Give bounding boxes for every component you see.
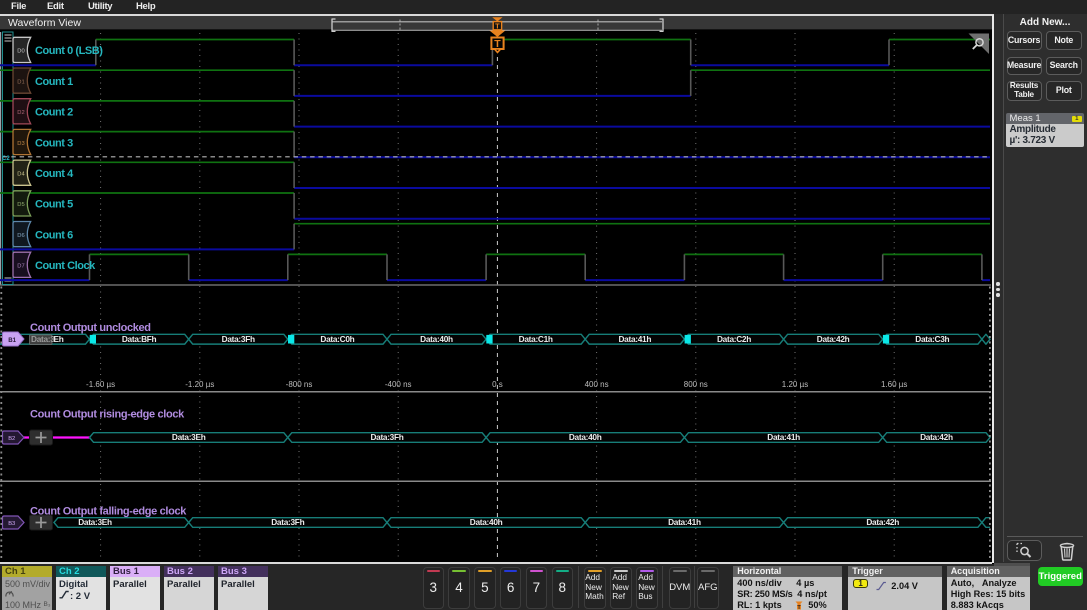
svg-text:1.20 µs: 1.20 µs xyxy=(782,380,808,389)
svg-text:1.60 µs: 1.60 µs xyxy=(881,380,907,389)
svg-text:Data:42h: Data:42h xyxy=(920,432,953,442)
svg-text:D5: D5 xyxy=(17,202,24,208)
svg-text:Count 5: Count 5 xyxy=(35,198,73,210)
svg-text:Data:C2h: Data:C2h xyxy=(717,333,751,343)
svg-text:Count Output falling-edge cloc: Count Output falling-edge clock xyxy=(30,505,187,517)
svg-text:D2: D2 xyxy=(17,110,24,116)
svg-text:-1.60 µs: -1.60 µs xyxy=(86,380,115,389)
svg-text:Count 3: Count 3 xyxy=(35,137,73,149)
svg-text:Count Clock: Count Clock xyxy=(35,260,96,272)
svg-text:D6: D6 xyxy=(17,232,24,238)
svg-text:B3: B3 xyxy=(8,521,15,527)
svg-text:Data:3Fh: Data:3Fh xyxy=(271,517,304,527)
svg-text:D0: D0 xyxy=(17,48,24,54)
svg-text:Data:40h: Data:40h xyxy=(420,333,453,343)
svg-text:Data:40h: Data:40h xyxy=(569,432,602,442)
svg-text:Count 6: Count 6 xyxy=(35,229,73,241)
svg-text:Count 2: Count 2 xyxy=(35,106,73,118)
svg-text:Data:BFh: Data:BFh xyxy=(122,333,157,343)
svg-text:Data:41h: Data:41h xyxy=(668,517,701,527)
svg-text:-1.20 µs: -1.20 µs xyxy=(185,380,214,389)
svg-text:Data:3Eh: Data:3Eh xyxy=(78,517,112,527)
svg-text:Data:3Fh: Data:3Fh xyxy=(222,333,255,343)
svg-text:Data:42h: Data:42h xyxy=(817,333,850,343)
svg-text:0 s: 0 s xyxy=(492,380,503,389)
svg-text:-400 ns: -400 ns xyxy=(385,380,412,389)
svg-text:-800 ns: -800 ns xyxy=(286,380,313,389)
svg-text:Count Output rising-edge clock: Count Output rising-edge clock xyxy=(30,408,185,420)
svg-text:Count 4: Count 4 xyxy=(35,168,74,180)
svg-text:T: T xyxy=(494,38,501,50)
svg-text:D1: D1 xyxy=(17,79,24,85)
svg-text:D7: D7 xyxy=(17,263,24,269)
svg-text:Data:40h: Data:40h xyxy=(470,517,503,527)
svg-text:Eh: Eh xyxy=(54,333,64,343)
svg-text:D4: D4 xyxy=(17,171,25,177)
svg-text:Count 1: Count 1 xyxy=(35,75,73,87)
svg-text:Data:3Fh: Data:3Fh xyxy=(370,432,403,442)
svg-text:Data:41h: Data:41h xyxy=(767,432,800,442)
svg-text:800 ns: 800 ns xyxy=(684,380,708,389)
svg-text:C2: C2 xyxy=(2,155,10,161)
svg-text:Data:C1h: Data:C1h xyxy=(519,333,553,343)
svg-text:Data:3Eh: Data:3Eh xyxy=(172,432,206,442)
svg-text:400 ns: 400 ns xyxy=(585,380,609,389)
svg-text:Count 0 (LSB): Count 0 (LSB) xyxy=(35,45,103,57)
svg-text:Data:42h: Data:42h xyxy=(866,517,899,527)
svg-text:Data:C3h: Data:C3h xyxy=(915,333,949,343)
svg-text:Data:41h: Data:41h xyxy=(618,333,651,343)
svg-text:Count Output unclocked: Count Output unclocked xyxy=(30,322,151,334)
svg-text:Data:C0h: Data:C0h xyxy=(320,333,354,343)
svg-text:D3: D3 xyxy=(17,140,24,146)
svg-text:B2: B2 xyxy=(8,436,15,442)
svg-text:Data:3: Data:3 xyxy=(31,333,55,343)
svg-text:B1: B1 xyxy=(8,336,16,343)
